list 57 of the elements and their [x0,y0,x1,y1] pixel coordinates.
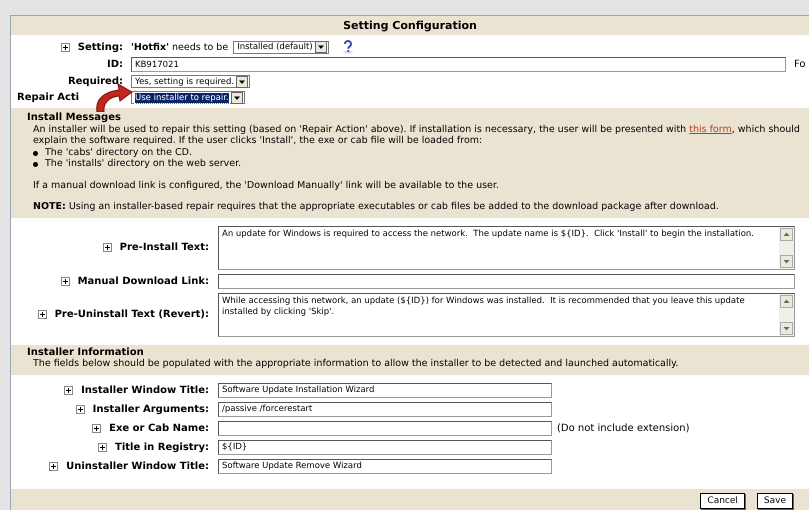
input-field[interactable]: KB917021 [131,57,786,72]
field-label: Manual Download Link: [78,276,209,286]
section-heading: Installer Information [27,346,145,358]
scroll-down-icon[interactable] [780,254,793,268]
dropdown[interactable]: Use installer to repair. [131,91,245,104]
input-field[interactable] [218,274,795,288]
input-field[interactable]: Software Update Installation Wizard [218,382,552,398]
list-item: The 'installs' directory on the web server. [45,158,242,169]
expand-icon[interactable] [64,386,74,394]
text-area[interactable]: While accessing this network, an update (${ID}) for Windows was installed. It is recommended that you leave this update installed by clicking 'Skip'. [218,292,795,336]
scroll-up-icon[interactable] [780,228,793,240]
field-label: Repair Acti [17,92,80,103]
field-label: Exe or Cab Name: [109,422,209,434]
setting-text: 'Hotfix' needs to be [131,42,228,52]
scrollbar[interactable] [779,226,794,268]
input-field[interactable]: Software Update Remove Wizard [218,458,552,474]
dropdown[interactable]: Installed (default) [233,40,329,54]
field-label: Installer Arguments: [92,404,209,414]
panel-title: Setting Configuration [11,16,809,35]
input-field[interactable] [218,420,552,436]
field-label: Installer Window Title: [81,384,209,396]
form-link[interactable]: this form [689,124,732,134]
dialog-button[interactable]: Cancel [700,493,745,509]
scrollbar[interactable] [779,294,794,336]
dropdown[interactable]: Yes, setting is required. [131,75,250,88]
field-label: Uninstaller Window Title: [66,460,209,472]
help-icon[interactable] [342,40,354,54]
expand-icon[interactable] [60,42,70,52]
field-label: Setting: [78,42,123,52]
field-note: Fo [794,59,806,70]
dialog-button[interactable]: Save [756,493,793,509]
expand-icon[interactable] [98,442,107,452]
field-label: Pre-Uninstall Text (Revert): [54,309,209,320]
expand-icon[interactable] [49,462,58,470]
expand-icon[interactable] [92,424,102,432]
expand-icon[interactable] [76,404,85,414]
expand-icon[interactable] [38,310,47,319]
input-field[interactable]: /passive /forcerestart [218,402,552,416]
field-label: Title in Registry: [115,442,209,452]
field-label: Required: [68,76,123,87]
list-item: The 'cabs' directory on the CD. [45,146,192,158]
scroll-up-icon[interactable] [780,294,793,308]
scroll-down-icon[interactable] [780,322,793,334]
bullet-icon [33,150,38,156]
text-area[interactable]: An update for Windows is required to access the network. The update name is ${ID}. Click 'Install' to begin the installation. [218,226,795,270]
field-label: Pre-Install Text: [120,242,209,253]
field-label: ID: [106,59,123,70]
section-heading: Install Messages [27,112,122,124]
paragraph: The fields below should be populated with the appropriate information to allow the installer to be detected and launched automatically. [33,358,680,370]
expand-icon[interactable] [102,243,112,252]
paragraph: If a manual download link is configured, the 'Download Manually' link will be available to the user. [33,180,500,191]
note-text: NOTE: Using an installer-based repair requires that the appropriate executables or cab files be added to the download package after download. [33,201,720,212]
field-hint: (Do not include extension) [557,422,690,434]
expand-icon[interactable] [60,276,70,286]
bullet-icon [33,162,38,167]
input-field[interactable]: ${ID} [218,440,552,454]
paragraph: An installer will be used to repair this setting (based on 'Repair Action' above). If installation is necessary, the user will be presented with this form, which should explain the software required. If the user clicks 'Install', the exe or cab file will be loaded from: [33,124,801,146]
